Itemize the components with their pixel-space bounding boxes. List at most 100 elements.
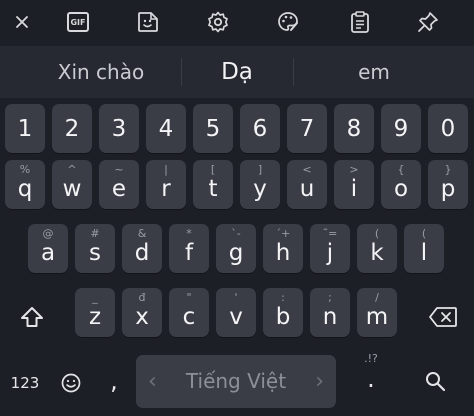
shift-icon bbox=[21, 306, 43, 327]
key-f[interactable]: * f bbox=[169, 224, 209, 273]
key-n[interactable]: ; n bbox=[310, 288, 350, 337]
key-y[interactable]: ] y bbox=[240, 160, 280, 209]
key-label: r bbox=[161, 176, 171, 202]
key-label: z bbox=[88, 304, 102, 330]
key-4[interactable]: 4 bbox=[146, 104, 186, 153]
settings-icon[interactable] bbox=[202, 6, 234, 38]
key-x[interactable]: đx bbox=[122, 288, 162, 337]
key-9[interactable]: 9 bbox=[381, 104, 421, 153]
key-3[interactable]: 3 bbox=[99, 104, 139, 153]
key-label: c bbox=[182, 304, 196, 330]
keyboard-keys: 1 2 3 4 5 6 7 8 9 0 % q ^ w ~ e | r [t ] y < u… bbox=[0, 98, 474, 416]
shift-key[interactable] bbox=[10, 292, 54, 341]
key-label: 5 bbox=[205, 116, 221, 142]
emoji-icon bbox=[61, 373, 81, 393]
space-key[interactable]: ‹ Tiếng Việt › bbox=[136, 355, 336, 408]
key-k[interactable]: (k bbox=[357, 224, 397, 273]
key-label: b bbox=[275, 304, 291, 330]
clipboard-icon[interactable] bbox=[344, 6, 376, 38]
key-label: s bbox=[89, 240, 101, 266]
key-q[interactable]: % q bbox=[5, 160, 45, 209]
key-label: 7 bbox=[299, 116, 315, 142]
key-h[interactable]: ´+ h bbox=[263, 224, 303, 273]
key-d[interactable]: & d bbox=[122, 224, 162, 273]
key-label: 0 bbox=[440, 116, 456, 142]
key-7[interactable]: 7 bbox=[287, 104, 327, 153]
period-key-hint: .!? bbox=[364, 352, 378, 365]
key-label: p bbox=[440, 176, 456, 202]
key-r[interactable]: | r bbox=[146, 160, 186, 209]
key-label: y bbox=[253, 176, 267, 202]
numeric-mode-key[interactable]: 123 bbox=[8, 368, 42, 398]
period-key[interactable]: .!? . bbox=[356, 352, 386, 406]
suggestion-item[interactable]: Xin chào bbox=[22, 46, 180, 98]
suggestion-bar: Xin chào Dạ em bbox=[0, 46, 474, 98]
key-1[interactable]: 1 bbox=[5, 104, 45, 153]
key-label: g bbox=[228, 240, 244, 266]
keyboard-toolbar: GIF bbox=[0, 0, 474, 44]
key-8[interactable]: 8 bbox=[334, 104, 374, 153]
key-label: n bbox=[322, 304, 338, 330]
key-label: u bbox=[299, 176, 315, 202]
key-label: e bbox=[111, 176, 127, 202]
backspace-key[interactable] bbox=[418, 292, 468, 341]
key-2[interactable]: 2 bbox=[52, 104, 92, 153]
key-label: 6 bbox=[252, 116, 268, 142]
chevron-right-icon: › bbox=[315, 369, 324, 394]
sticker-icon[interactable] bbox=[132, 6, 164, 38]
key-label: h bbox=[275, 240, 291, 266]
key-label: o bbox=[393, 176, 409, 202]
key-w[interactable]: ^ w bbox=[52, 160, 92, 209]
key-s[interactable]: # s bbox=[75, 224, 115, 273]
key-l[interactable]: (l bbox=[404, 224, 444, 273]
theme-palette-icon[interactable] bbox=[272, 6, 304, 38]
key-v[interactable]: ' v bbox=[216, 288, 256, 337]
key-label: 2 bbox=[64, 116, 80, 142]
key-p[interactable]: } p bbox=[428, 160, 468, 209]
pin-icon[interactable] bbox=[412, 6, 444, 38]
key-e[interactable]: ~ e bbox=[99, 160, 139, 209]
space-key-label: Tiếng Việt bbox=[185, 369, 287, 393]
key-label: 9 bbox=[393, 116, 409, 142]
comma-key[interactable]: , bbox=[104, 366, 124, 396]
key-o[interactable]: {o bbox=[381, 160, 421, 209]
key-g[interactable]: `- g bbox=[216, 224, 256, 273]
gif-label: GIF bbox=[70, 17, 86, 27]
emoji-key[interactable] bbox=[56, 368, 86, 398]
key-label: t bbox=[208, 176, 218, 202]
key-label: i bbox=[350, 176, 358, 202]
key-label: m bbox=[365, 304, 389, 330]
search-key[interactable] bbox=[420, 366, 450, 396]
period-key-label: . bbox=[367, 365, 375, 393]
key-u[interactable]: < u bbox=[287, 160, 327, 209]
key-i[interactable]: > i bbox=[334, 160, 374, 209]
key-a[interactable]: @ a bbox=[28, 224, 68, 273]
key-label: f bbox=[184, 240, 194, 266]
key-label: l bbox=[420, 240, 428, 266]
key-label: 4 bbox=[158, 116, 174, 142]
close-icon[interactable] bbox=[6, 6, 38, 38]
key-label: 1 bbox=[17, 116, 33, 142]
key-6[interactable]: 6 bbox=[240, 104, 280, 153]
key-m[interactable]: / m bbox=[357, 288, 397, 337]
key-label: j bbox=[326, 240, 334, 266]
key-label: a bbox=[40, 240, 56, 266]
key-label: d bbox=[134, 240, 150, 266]
key-z[interactable]: _ z bbox=[75, 288, 115, 337]
key-t[interactable]: [t bbox=[193, 160, 233, 209]
key-label: q bbox=[17, 176, 33, 202]
key-label: v bbox=[229, 304, 243, 330]
key-5[interactable]: 5 bbox=[193, 104, 233, 153]
key-b[interactable]: :b bbox=[263, 288, 303, 337]
suggestion-item[interactable]: Dạ bbox=[182, 46, 292, 98]
key-c[interactable]: " c bbox=[169, 288, 209, 337]
search-icon bbox=[426, 372, 446, 392]
key-label: 3 bbox=[111, 116, 127, 142]
gif-icon[interactable]: GIF bbox=[62, 6, 94, 38]
key-0[interactable]: 0 bbox=[428, 104, 468, 153]
backspace-icon bbox=[429, 306, 457, 327]
key-label: 8 bbox=[346, 116, 362, 142]
key-label: k bbox=[370, 240, 384, 266]
key-j[interactable]: ˜= j bbox=[310, 224, 350, 273]
suggestion-item[interactable]: em bbox=[294, 46, 454, 98]
